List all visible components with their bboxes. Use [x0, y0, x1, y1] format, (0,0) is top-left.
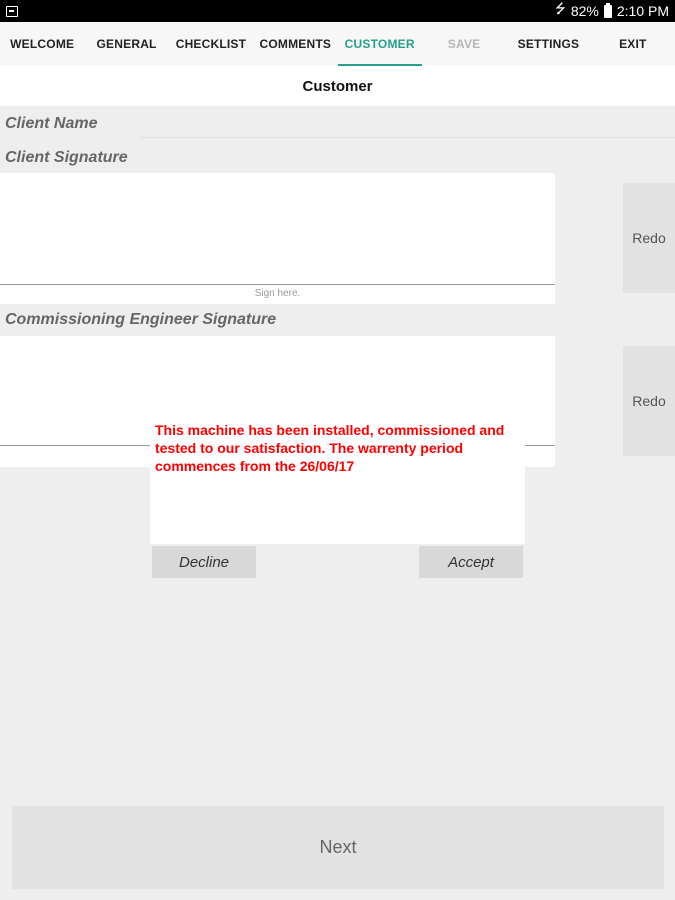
sign-here-hint: Sign here.	[254, 288, 301, 299]
client-signature-label: Client Signature	[5, 149, 128, 166]
tab-general[interactable]: GENERAL	[84, 22, 168, 66]
next-button[interactable]: Next	[12, 806, 664, 889]
tab-bar: WELCOME GENERAL CHECKLIST COMMENTS CUSTO…	[0, 22, 675, 66]
tab-settings[interactable]: SETTINGS	[506, 22, 590, 66]
wifi-icon: ⭍	[554, 1, 566, 16]
tab-checklist[interactable]: CHECKLIST	[169, 22, 253, 66]
tab-comments[interactable]: COMMENTS	[253, 22, 337, 66]
status-right: ⭍ 82% 2:10 PM	[555, 0, 669, 22]
status-left	[6, 5, 18, 17]
tab-exit[interactable]: EXIT	[591, 22, 675, 66]
warranty-message: This machine has been installed, commiss…	[155, 422, 505, 474]
client-redo-button[interactable]: Redo	[623, 183, 675, 293]
clock: 2:10 PM	[616, 3, 669, 19]
page-title: Customer	[0, 66, 675, 106]
tab-save[interactable]: SAVE	[422, 22, 506, 66]
tab-customer[interactable]: CUSTOMER	[337, 22, 423, 66]
warranty-dialog: This machine has been installed, commiss…	[150, 416, 525, 544]
status-bar: ⭍ 82% 2:10 PM	[0, 0, 675, 22]
engineer-redo-button[interactable]: Redo	[623, 346, 675, 456]
client-name-label: Client Name	[5, 115, 98, 132]
battery-percent: 82%	[570, 3, 599, 19]
notification-icon	[6, 5, 18, 17]
decline-button[interactable]: Decline	[152, 546, 256, 578]
client-name-input[interactable]	[140, 112, 675, 138]
accept-button[interactable]: Accept	[419, 546, 523, 578]
client-signature-pad[interactable]: Sign here.	[0, 173, 555, 304]
tab-welcome[interactable]: WELCOME	[0, 22, 84, 66]
battery-icon	[603, 2, 612, 18]
signature-line	[0, 284, 555, 285]
engineer-signature-label: Commissioning Engineer Signature	[5, 311, 277, 328]
